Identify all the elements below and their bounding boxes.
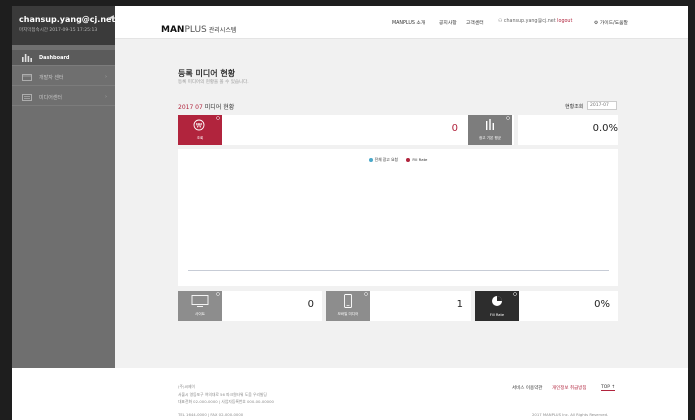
sidebar-item-dashboard[interactable]: Dashboard bbox=[12, 50, 115, 66]
stat-tile-views: ₩ 조회 bbox=[178, 115, 222, 145]
media-chart: 전체 광고 요청 Fill Rate bbox=[178, 149, 618, 286]
logo-text-plus: PLUS bbox=[184, 25, 207, 35]
stat-tile-mobile-media: 모바일 미디어 bbox=[326, 291, 370, 321]
stat-card-mobile-media: 모바일 미디어 1 bbox=[326, 291, 471, 321]
stat-value-sites: 0 bbox=[307, 299, 314, 310]
stat-label: 조회 bbox=[196, 136, 204, 140]
footer-copyright: 2017 MANPLUS Inc. All Rights Reserved. bbox=[532, 412, 609, 417]
stat-label: 사이트 bbox=[195, 312, 205, 316]
won-coin-icon: ₩ bbox=[193, 119, 205, 131]
settings-icon: ⚙ bbox=[594, 21, 599, 26]
chevron-left-icon: ◀ bbox=[109, 14, 114, 21]
sidebar-item-developer-center[interactable]: 개발자 센터 › bbox=[12, 70, 115, 86]
page-description: 등록 미디어의 현황을 볼 수 있습니다. bbox=[178, 80, 249, 85]
footer-contact: TEL 1644-0000 | FAX 02-000-0000 bbox=[178, 412, 244, 417]
chart-legend: 전체 광고 요청 Fill Rate bbox=[178, 157, 618, 163]
guide-link[interactable]: ⚙ 가이드/도움말 bbox=[594, 19, 628, 26]
nav-link-about[interactable]: MANPLUS 소개 bbox=[392, 19, 425, 26]
footer-address-1: 서울시 영등포구 여의대로 56 파크원타워 도움 우리빌딩 bbox=[178, 392, 267, 397]
top-stats-row: ₩ 조회 0 광고 기본 평균 0.0% bbox=[178, 115, 618, 145]
info-icon bbox=[513, 292, 517, 296]
logo-subtitle: 관리시스템 bbox=[208, 27, 237, 34]
user-info: chansup.yang@cj.net 마지막접속시간 2017-09-15 1… bbox=[12, 6, 115, 45]
code-window-icon bbox=[21, 74, 32, 82]
monitor-icon bbox=[191, 295, 209, 307]
footer-top-link[interactable]: TOP ↑ bbox=[601, 385, 616, 391]
footer-top-label: TOP bbox=[601, 385, 611, 390]
footer-privacy-link[interactable]: 개인정보 취급방침 bbox=[552, 385, 587, 391]
stats-title: 미디어 현황 bbox=[204, 104, 235, 111]
svg-text:₩: ₩ bbox=[196, 122, 202, 129]
bar-chart-icon bbox=[21, 53, 32, 62]
header-user-email: chansup.yang@cj.net bbox=[503, 19, 556, 24]
logout-link[interactable]: logout bbox=[557, 19, 572, 24]
sidebar-item-media-center[interactable]: 미디어센터 › bbox=[12, 90, 115, 106]
nav-link-notice[interactable]: 공지사항 bbox=[439, 19, 457, 26]
stat-tile-ad-average: 광고 기본 평균 bbox=[468, 115, 512, 145]
stats-heading: 2017 07 미디어 현황 bbox=[178, 102, 234, 111]
stat-card-fill-rate: Fill Rate 0% bbox=[475, 291, 618, 321]
stat-value-fill-rate: 0% bbox=[594, 299, 610, 310]
legend-marker bbox=[368, 158, 373, 162]
chevron-right-icon: › bbox=[105, 74, 107, 80]
sidebar-item-label: Dashboard bbox=[39, 54, 70, 61]
chart-baseline bbox=[188, 270, 609, 271]
pie-chart-icon bbox=[492, 296, 502, 306]
usage-bars-icon bbox=[486, 119, 494, 130]
legend-label[interactable]: Fill Rate bbox=[412, 157, 427, 162]
footer-terms-link[interactable]: 서비스 이용약관 bbox=[512, 385, 542, 391]
logo-text-main: MAN bbox=[161, 25, 185, 35]
stat-value-views: 0 bbox=[451, 123, 458, 134]
stats-year: 2017 07 bbox=[178, 104, 203, 111]
nav-link-support[interactable]: 고객센터 bbox=[466, 19, 484, 26]
sidebar-item-label: 개발자 센터 bbox=[39, 75, 64, 81]
guide-link-label: 가이드/도움말 bbox=[599, 21, 628, 26]
info-icon bbox=[364, 292, 368, 296]
footer-address-2: 대표전화 02-000-0000 | 사업자등록번호 000-00-00000 bbox=[178, 399, 274, 404]
user-email: chansup.yang@cj.net bbox=[19, 15, 116, 24]
stat-value-mobile-media: 1 bbox=[456, 299, 463, 310]
stat-card-sites: 사이트 0 bbox=[178, 291, 322, 321]
media-list-icon bbox=[21, 94, 32, 102]
mobile-icon bbox=[344, 294, 352, 308]
page-title: 등록 미디어 현황 bbox=[178, 69, 236, 78]
user-icon: ⚇ bbox=[498, 19, 503, 24]
stat-label: 모바일 미디어 bbox=[337, 312, 359, 316]
stat-tile-sites: 사이트 bbox=[178, 291, 222, 321]
footer: (주)씨제이 서울시 영등포구 여의대로 56 파크원타워 도움 우리빌딩 대표… bbox=[12, 368, 688, 420]
footer-company: (주)씨제이 bbox=[178, 384, 195, 389]
stat-label: 광고 기본 평균 bbox=[478, 136, 502, 140]
month-label: 현황조회 bbox=[565, 104, 584, 110]
stat-label: Fill Rate bbox=[489, 313, 505, 317]
legend-marker bbox=[406, 158, 411, 162]
last-login-time: 마지막접속시간 2017-09-15 17:25:13 bbox=[19, 28, 98, 33]
app-window: chansup.yang@cj.net 마지막접속시간 2017-09-15 1… bbox=[12, 6, 688, 420]
month-picker[interactable]: 2017-07 bbox=[587, 101, 617, 110]
header-user: ⚇ chansup.yang@cj.net logout bbox=[498, 19, 572, 24]
manplus-logo[interactable]: MANPLUS 관리시스템 bbox=[161, 17, 236, 36]
top-header: MANPLUS 관리시스템 MANPLUS 소개 공지사항 고객센터 ⚇ chan… bbox=[115, 6, 688, 39]
sidebar-item-label: 미디어센터 bbox=[39, 95, 63, 101]
sidebar: chansup.yang@cj.net 마지막접속시간 2017-09-15 1… bbox=[12, 6, 115, 368]
stat-value-ad-average: 0.0% bbox=[592, 123, 618, 134]
info-icon bbox=[506, 116, 510, 120]
info-icon bbox=[216, 292, 220, 296]
collapse-sidebar-button[interactable]: ◀ bbox=[108, 6, 115, 29]
chevron-right-icon: › bbox=[105, 94, 107, 100]
info-icon bbox=[216, 116, 220, 120]
stat-tile-fill-rate: Fill Rate bbox=[475, 291, 519, 321]
arrow-up-icon: ↑ bbox=[611, 385, 616, 390]
legend-label[interactable]: 전체 광고 요청 bbox=[375, 157, 398, 162]
